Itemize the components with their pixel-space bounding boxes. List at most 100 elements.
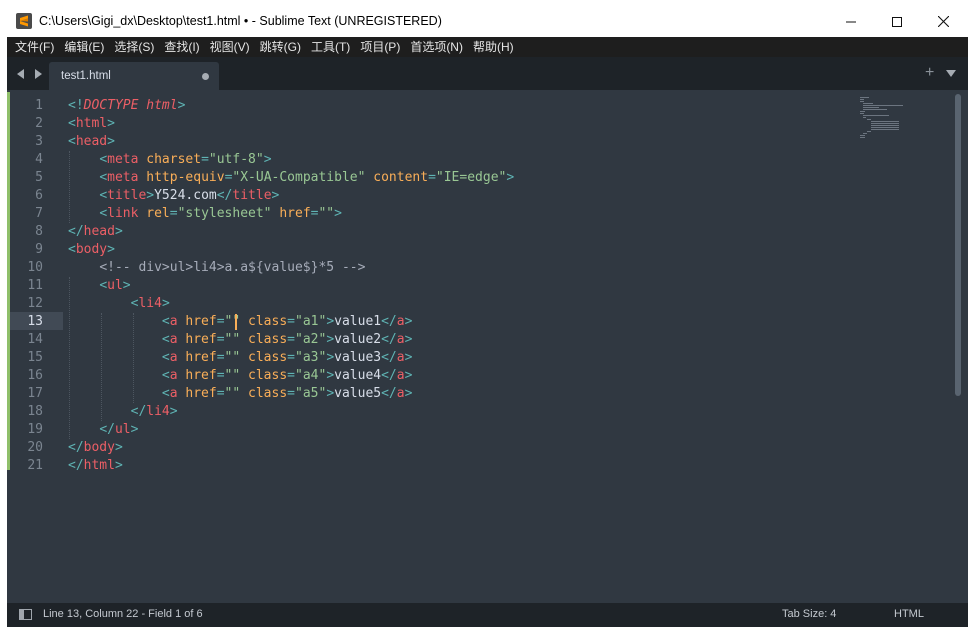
code-token: href <box>185 314 217 329</box>
code-token: "a3" <box>295 350 327 365</box>
line-number: 14 <box>27 332 43 347</box>
code-token: <!-- div>ul>li4>a.a${value$}*5 --> <box>99 260 366 275</box>
code-token: head <box>83 224 115 239</box>
editor-area[interactable]: 1 2 3 4 5 6 7 8 9 10 11 12 13 14 15 16 17 18 19 20 21 <!DOCT… <box>7 90 968 603</box>
code-token: href <box>185 332 217 347</box>
line-number: 9 <box>35 242 43 257</box>
menu-help[interactable]: 帮助(H) <box>469 37 518 57</box>
maximize-button[interactable] <box>874 6 920 37</box>
syntax-indicator[interactable]: HTML <box>894 608 924 620</box>
code-token: > <box>177 98 186 113</box>
code-token: </ <box>381 386 397 401</box>
code-token: < <box>161 332 170 347</box>
code-token: > <box>271 188 280 203</box>
code-token: > <box>404 314 413 329</box>
code-token: > <box>326 368 335 383</box>
code-token: value2 <box>334 332 382 347</box>
code-token: < <box>161 350 170 365</box>
code-token: = <box>287 350 295 365</box>
code-line: <a href="" class="a3">value3</a> <box>68 349 413 367</box>
code-token: "a1" <box>295 314 327 329</box>
code-token: http-equiv <box>146 170 225 185</box>
line-number: 10 <box>27 260 43 275</box>
code-token: class <box>248 368 288 383</box>
code-token: = <box>287 332 295 347</box>
indent-guide <box>69 277 70 439</box>
code-line: <!DOCTYPE html> <box>68 97 185 115</box>
code-token: class <box>248 332 288 347</box>
code-token: a <box>169 386 178 401</box>
tab-size-indicator[interactable]: Tab Size: 4 <box>782 608 836 620</box>
code-line: <html> <box>68 115 115 133</box>
code-token: rel <box>146 206 170 221</box>
chevron-down-icon[interactable] <box>946 70 956 77</box>
code-line: <head> <box>68 133 115 151</box>
minimize-button[interactable] <box>828 6 874 37</box>
menu-find[interactable]: 查找(I) <box>160 37 203 57</box>
code-token: a <box>396 332 405 347</box>
code-token: < <box>99 188 108 203</box>
tab-label: test1.html <box>61 70 111 82</box>
code-token: > <box>161 296 170 311</box>
menu-edit[interactable]: 编辑(E) <box>60 37 108 57</box>
line-number: 8 <box>35 224 43 239</box>
line-number: 15 <box>27 350 43 365</box>
code-token: > <box>107 242 115 257</box>
code-token: > <box>326 350 335 365</box>
close-icon <box>937 16 949 27</box>
code-line: <body> <box>68 241 115 259</box>
code-token: html <box>146 98 178 113</box>
code-token: body <box>83 440 115 455</box>
menu-preferences[interactable]: 首选项(N) <box>406 37 467 57</box>
line-number: 17 <box>27 386 43 401</box>
line-number: 4 <box>35 152 43 167</box>
close-button[interactable] <box>920 6 966 37</box>
code-token: > <box>404 332 413 347</box>
line-number: 21 <box>27 458 43 473</box>
code-token: "a5" <box>295 386 327 401</box>
code-line: <!-- div>ul>li4>a.a${value$}*5 --> <box>68 259 365 277</box>
menu-tools[interactable]: 工具(T) <box>307 37 354 57</box>
line-number: 3 <box>35 134 43 149</box>
menu-selection[interactable]: 选择(S) <box>110 37 158 57</box>
code-line: </head> <box>68 223 123 241</box>
plus-icon[interactable]: + <box>925 65 934 81</box>
menu-file[interactable]: 文件(F) <box>11 37 58 57</box>
code-token: = <box>287 314 295 329</box>
menu-goto[interactable]: 跳转(G) <box>256 37 305 57</box>
code-token: ul <box>107 278 123 293</box>
code-token: < <box>68 134 76 149</box>
code-token: a <box>396 350 405 365</box>
code-token: value3 <box>334 350 382 365</box>
scrollbar-thumb[interactable] <box>955 94 961 396</box>
menu-project[interactable]: 项目(P) <box>356 37 404 57</box>
arrow-left-icon[interactable] <box>17 69 24 79</box>
window-title: C:\Users\Gigi_dx\Desktop\test1.html • - … <box>39 14 442 28</box>
menu-bar: 文件(F) 编辑(E) 选择(S) 查找(I) 视图(V) 跳转(G) 工具(T… <box>7 37 968 57</box>
minimap[interactable] <box>859 96 907 142</box>
menu-view[interactable]: 视图(V) <box>206 37 254 57</box>
code-token: "a4" <box>295 368 327 383</box>
sublime-window: C:\Users\Gigi_dx\Desktop\test1.html • - … <box>7 6 968 627</box>
panel-toggle-icon[interactable] <box>19 609 32 620</box>
code-token: a <box>396 368 405 383</box>
code-token: > <box>107 116 115 131</box>
arrow-right-icon[interactable] <box>35 69 42 79</box>
line-number-gutter: 1 2 3 4 5 6 7 8 9 10 11 12 13 14 15 16 17 18 19 20 21 <box>7 90 63 603</box>
code-token: = <box>169 206 178 221</box>
tab-test1-html[interactable]: test1.html <box>49 62 219 90</box>
code-token: > <box>122 278 131 293</box>
unsaved-dot-icon[interactable] <box>202 73 209 80</box>
code-token: href <box>279 206 311 221</box>
status-bar: Line 13, Column 22 - Field 1 of 6 Tab Si… <box>7 603 968 627</box>
code-token: "IE=edge" <box>435 170 507 185</box>
code-token: > <box>130 422 139 437</box>
tab-bar: test1.html + <box>7 57 968 90</box>
minimize-icon <box>846 21 856 22</box>
